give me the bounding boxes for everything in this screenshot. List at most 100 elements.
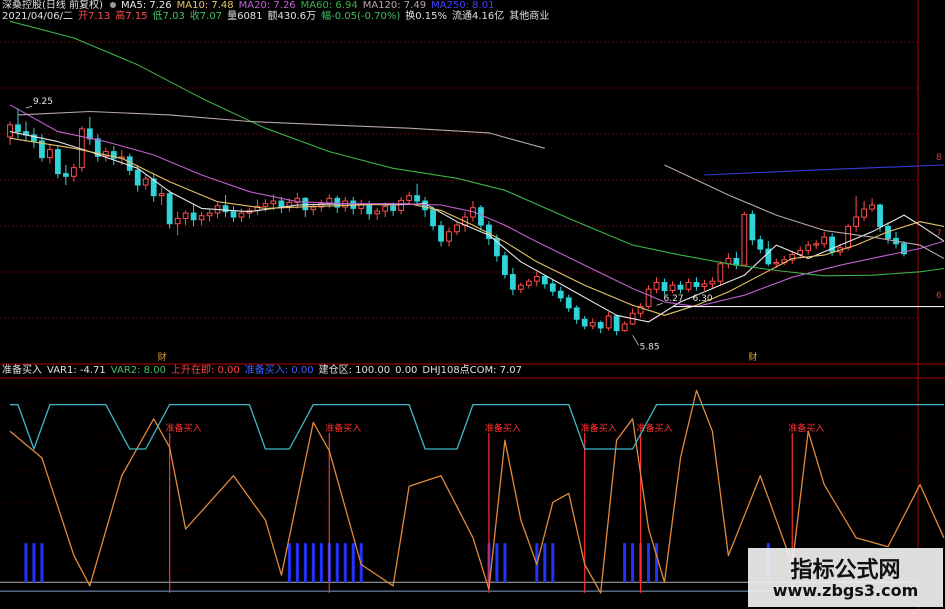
settings-dot-icon[interactable] [109, 2, 116, 8]
annotation-label: 9.25 [33, 97, 53, 107]
candle-down [414, 195, 420, 202]
signal-label: 准备买入 [166, 422, 202, 434]
candle-up [238, 212, 245, 218]
quote-item-4: 量6081 [227, 11, 263, 22]
indicator-item-4: 建仓区: 100.00 [318, 365, 391, 376]
candle-up [653, 282, 660, 290]
candle-up [525, 280, 532, 286]
ma-legend-item-0: MA5: 7.26 [120, 0, 172, 11]
candle-down [501, 255, 508, 276]
candle-up [773, 261, 780, 265]
candle-up [821, 236, 828, 245]
candle-up [621, 323, 628, 332]
candle-down [597, 322, 604, 329]
candle-up [70, 167, 77, 177]
candle-up [182, 212, 189, 219]
candle-up [270, 200, 277, 205]
candle-down [15, 124, 21, 133]
candle-up [861, 208, 867, 218]
signal-label: 准备买入 [325, 422, 361, 434]
price-tick-label: 6 [936, 291, 942, 301]
signal-label: 准备买入 [788, 422, 824, 434]
candle-down [693, 282, 700, 288]
candle-down [302, 197, 309, 211]
candle-down [613, 315, 620, 332]
candle-down [134, 169, 141, 186]
quote-item-8: 流通4.16亿 [452, 11, 505, 22]
ma-line-ma10 [9, 137, 945, 316]
candle-down [422, 200, 428, 211]
quote-legend: 开7.13 高7.15 低7.03 收7.07 量6081 额430.6万 幅-0.05(-… [78, 11, 554, 22]
candle-up [813, 243, 820, 246]
accumulation-bar [647, 543, 651, 583]
indicator-header: 准备买入 VAR1: -4.71 VAR2: 8.00 上升在即: 0.00 准备买入:… [2, 365, 532, 377]
accumulation-bar [655, 543, 659, 583]
ma-legend-item-5: MA250: 8.01 [431, 0, 495, 11]
annotation-leader [632, 335, 639, 346]
accumulation-bar [311, 543, 315, 583]
annotation-label: 6.27 - 6.30 [664, 294, 713, 304]
candle-down [541, 276, 548, 285]
candle-up [701, 283, 708, 288]
quote-item-9: 其他商业 [509, 11, 550, 22]
moving-average-lines [9, 20, 945, 323]
ma-legend-item-1: MA10: 7.48 [176, 0, 234, 11]
candle-down [230, 211, 237, 218]
candle-down [430, 209, 436, 227]
candle-up [454, 224, 460, 233]
annotation-label: 5.85 [640, 342, 660, 352]
accumulation-bar [319, 543, 323, 583]
chart-header-quote: 2021/04/06/二 开7.13 高7.15 低7.03 收7.07 量6081 额43… [2, 11, 559, 23]
candle-down [661, 282, 668, 292]
candle-down [54, 149, 61, 175]
candle-down [62, 173, 69, 177]
chart-grid: 876 [0, 0, 945, 609]
accumulation-bar [303, 543, 307, 583]
accumulation-bar [343, 543, 347, 583]
indicator-item-3: 准备买入: 0.00 [244, 365, 314, 376]
ma-line-ma60 [9, 20, 944, 277]
accumulation-bar [543, 543, 547, 583]
accumulation-bar [40, 543, 44, 583]
quote-item-5: 额430.6万 [267, 11, 317, 22]
candle-down [549, 283, 556, 292]
quote-item-1: 高7.15 [115, 11, 148, 22]
candle-down [677, 284, 684, 290]
indicator-name[interactable]: 准备买入 [2, 365, 42, 376]
signal-label: 准备买入 [485, 422, 521, 434]
candle-down [573, 307, 580, 320]
indicator-item-6: DHJ108点COM: 7.07 [422, 365, 522, 376]
candle-up [310, 206, 317, 211]
candle-up [198, 215, 205, 221]
candle-up [741, 213, 748, 266]
watermark-title: 指标公式网 [790, 558, 901, 583]
earnings-marker: 财 [748, 351, 757, 363]
candle-up [174, 217, 181, 225]
candle-up [158, 193, 165, 197]
candle-down [190, 212, 197, 221]
indicator-item-5: 0.00 [395, 365, 418, 376]
indicator-item-1: VAR2: 8.00 [110, 365, 166, 376]
candle-up [262, 203, 269, 207]
candle-down [877, 204, 883, 227]
price-annotations: 9.25 5.85 6.27 - 6.30 财 财 [25, 97, 757, 363]
candle-down [581, 318, 588, 327]
accumulation-bar [32, 543, 36, 583]
candle-down [557, 290, 564, 299]
ma-legend-item-2: MA20: 7.26 [238, 0, 296, 11]
candle-up [805, 244, 812, 251]
candle-up [142, 178, 149, 186]
candle-up [47, 149, 53, 159]
accumulation-bar [24, 543, 28, 583]
security-name[interactable]: 深桑控股(日线 前复权) [2, 0, 103, 11]
accumulation-bar [503, 543, 507, 583]
quote-item-6: 幅-0.05(-0.70%) [321, 11, 401, 22]
candle-up [398, 199, 405, 211]
quote-item-0: 开7.13 [78, 11, 111, 22]
watermark-url: www.zbgs3.com [772, 581, 919, 600]
candle-down [478, 207, 484, 226]
indicator-legend: VAR1: -4.71 VAR2: 8.00 上升在即: 0.00 准备买入: 0.0… [47, 365, 527, 376]
quote-item-2: 低7.03 [152, 11, 185, 22]
ma-legend-item-3: MA60: 6.94 [300, 0, 358, 11]
ma-line-ma20 [9, 104, 945, 308]
